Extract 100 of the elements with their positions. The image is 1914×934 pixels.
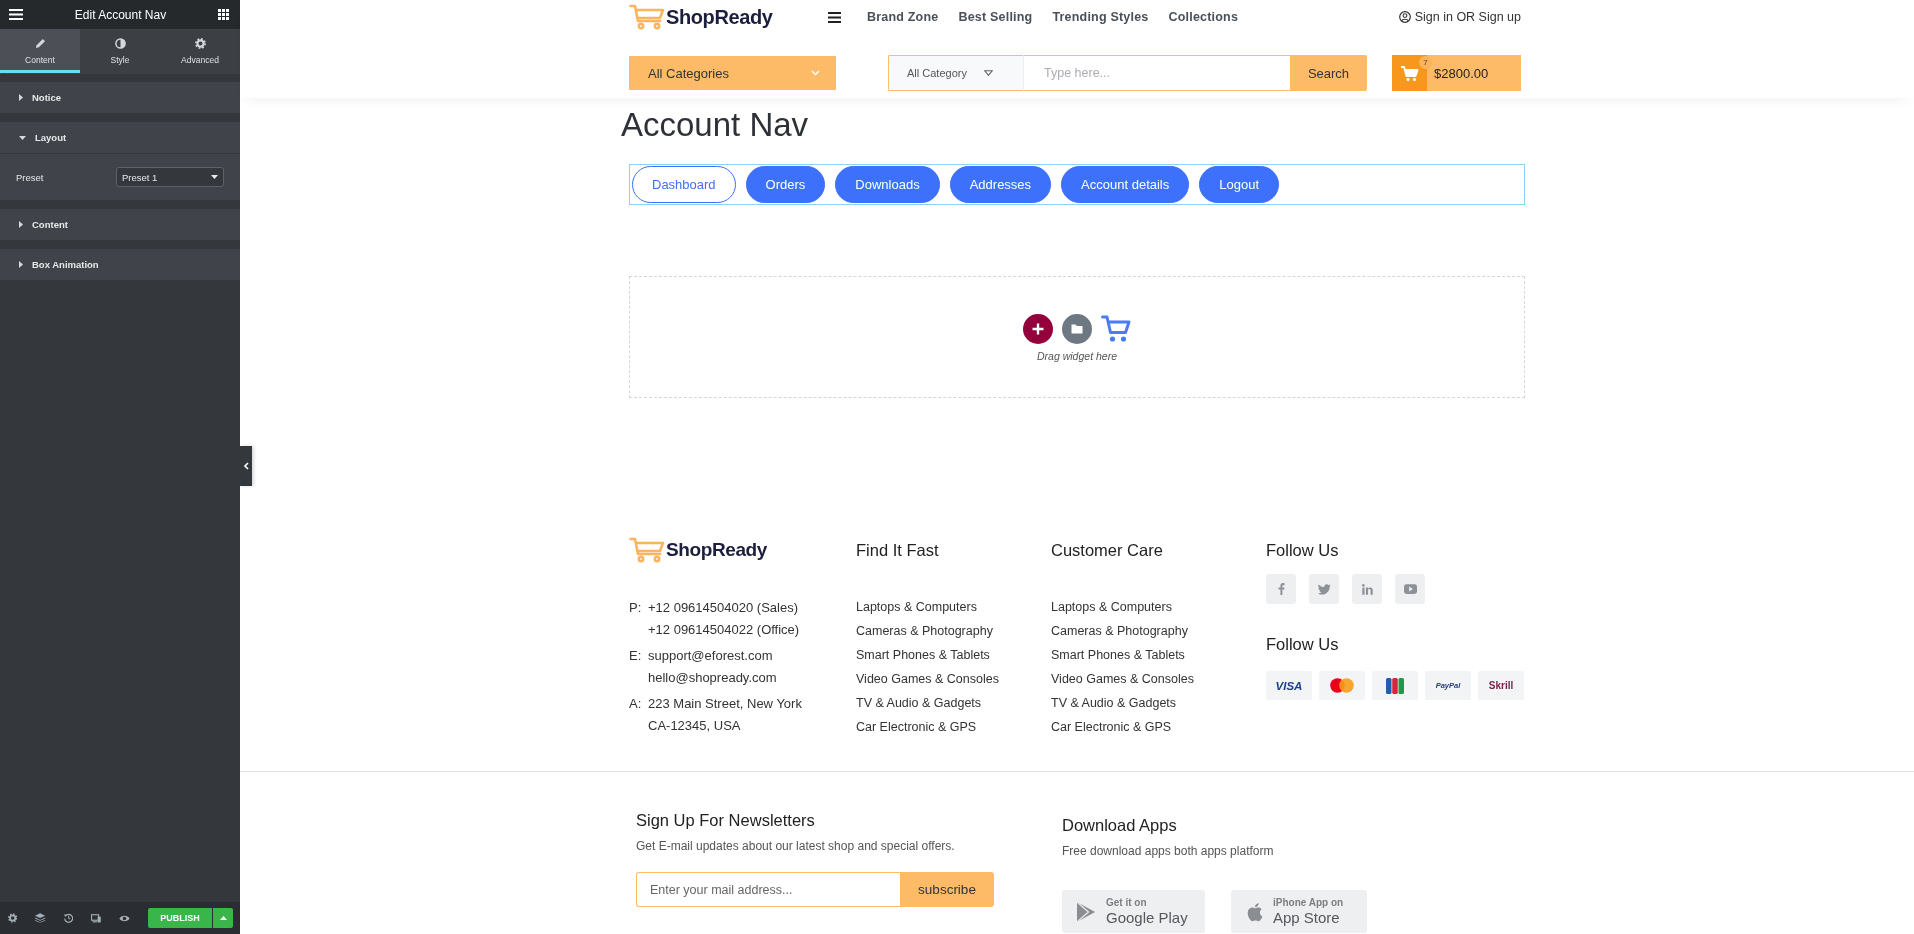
column-heading: Find It Fast — [856, 540, 940, 561]
footer-link[interactable]: Cameras & Photography — [856, 619, 1051, 643]
preset-select[interactable]: Preset 1 — [116, 167, 224, 187]
cart-icon[interactable] — [1101, 315, 1131, 343]
section-header[interactable]: Layout — [0, 122, 240, 153]
history-icon[interactable] — [63, 912, 73, 924]
categories-dropdown[interactable]: All Categories — [629, 56, 836, 90]
footer-link[interactable]: Car Electronic & GPS — [856, 715, 1051, 739]
footer-link[interactable]: Smart Phones & Tablets — [1051, 643, 1266, 667]
caret-down-icon — [983, 70, 993, 76]
user-icon — [1398, 11, 1411, 23]
responsive-icon[interactable] — [90, 912, 102, 924]
subscribe-button[interactable]: subscribe — [900, 872, 994, 907]
footer-link[interactable]: Video Games & Consoles — [1051, 667, 1266, 691]
cart-icon — [1392, 55, 1427, 91]
contact-text: support@eforest.com — [648, 647, 774, 665]
column-heading: Customer Care — [1051, 540, 1164, 561]
section-header[interactable]: Notice — [0, 82, 240, 113]
social-link[interactable] — [1395, 574, 1425, 604]
play-triangle-icon — [1076, 900, 1096, 923]
twitter-bird-icon — [1317, 583, 1331, 595]
nav-link[interactable]: Collections — [1168, 10, 1239, 24]
contrast-icon — [114, 37, 126, 49]
panel-collapse-button[interactable] — [240, 446, 252, 486]
footer-link[interactable]: Laptops & Computers — [856, 595, 1051, 619]
caret-right-icon — [19, 261, 23, 268]
video-play-icon — [1403, 584, 1417, 594]
eye-icon[interactable] — [119, 913, 130, 923]
section-header[interactable]: Content — [0, 209, 240, 240]
footer-link[interactable]: Cameras & Photography — [1051, 619, 1266, 643]
menu-icon[interactable] — [828, 11, 841, 23]
striped-card-icon — [1386, 677, 1404, 694]
apps-title: Download Apps — [1062, 815, 1178, 835]
footer-link[interactable]: TV & Audio & Gadgets — [856, 691, 1051, 715]
newsletter-title: Sign Up For Newsletters — [636, 810, 816, 830]
nav-link[interactable]: Best Selling — [958, 10, 1033, 24]
account-nav-tab[interactable]: Orders — [745, 166, 826, 203]
app-store-button[interactable]: iPhone App on App Store — [1231, 890, 1367, 933]
apps-description: Free download apps both apps platform — [1062, 843, 1275, 859]
account-nav-tab[interactable]: Dashboard — [632, 166, 736, 203]
payment-logo-text: Skrill — [1488, 680, 1514, 691]
column-heading: Follow Us — [1266, 634, 1340, 655]
field-label: Preset — [16, 171, 44, 183]
account-nav-tab[interactable]: Logout — [1199, 166, 1280, 203]
publish-options-button[interactable] — [213, 908, 233, 928]
nav-link[interactable]: Brand Zone — [867, 10, 939, 24]
column-heading: Follow Us — [1266, 540, 1340, 561]
panel-tab[interactable]: Advanced — [160, 29, 240, 73]
footer-link[interactable]: Video Games & Consoles — [856, 667, 1051, 691]
search-input[interactable]: Type here... — [1024, 55, 1290, 91]
menu-icon[interactable] — [9, 9, 23, 20]
contact-text: +12 09614504022 (Office) — [648, 620, 800, 639]
section-header[interactable]: Box Animation — [0, 249, 240, 280]
settings-icon[interactable] — [8, 912, 18, 924]
social-link[interactable] — [1352, 574, 1382, 604]
caret-right-icon — [19, 221, 23, 228]
logo-text: ShopReady — [666, 5, 773, 29]
contact-label: A: — [629, 695, 643, 713]
logo-text: ShopReady — [666, 539, 767, 561]
linkedin-icon — [1361, 583, 1373, 595]
email-input[interactable]: Enter your mail address... — [636, 872, 900, 907]
footer-link[interactable]: Laptops & Computers — [1051, 595, 1266, 619]
apple-icon — [1245, 900, 1263, 923]
contact-text: hello@shopready.com — [648, 668, 777, 687]
panel-tab[interactable]: Style — [80, 29, 160, 73]
chevron-left-icon — [243, 462, 249, 470]
caret-right-icon — [19, 94, 23, 101]
search-button[interactable]: Search — [1290, 55, 1367, 91]
nav-link[interactable]: Trending Styles — [1052, 10, 1149, 24]
add-icon[interactable] — [1023, 314, 1053, 344]
facebook-icon — [1277, 583, 1285, 595]
cart-logo-icon — [629, 4, 665, 30]
contact-label: P: — [629, 599, 643, 617]
account-nav-tab[interactable]: Account details — [1061, 166, 1190, 203]
footer-link[interactable]: Smart Phones & Tablets — [856, 643, 1051, 667]
caret-up-icon — [219, 916, 227, 920]
app-store-button[interactable]: Get it on Google Play — [1062, 890, 1205, 933]
caret-down-icon — [211, 175, 218, 179]
contact-text: 223 Main Street, New York — [648, 695, 802, 713]
social-link[interactable] — [1309, 574, 1339, 604]
footer-link[interactable]: TV & Audio & Gadgets — [1051, 691, 1266, 715]
category-select[interactable]: All Category — [888, 55, 1024, 91]
grid-icon[interactable] — [218, 9, 229, 20]
account-nav-tab[interactable]: Downloads — [835, 166, 940, 203]
cart-logo-icon — [629, 537, 665, 563]
contact-text: CA-12345, USA — [648, 716, 742, 735]
account-nav-tab[interactable]: Addresses — [949, 166, 1052, 203]
payment-logo-text: VISA — [1275, 679, 1303, 692]
sign-in-link[interactable]: Sign in OR Sign up — [1398, 10, 1521, 24]
panel-tab[interactable]: Content — [0, 29, 80, 73]
folder-icon[interactable] — [1062, 314, 1092, 344]
contact-label: E: — [629, 647, 643, 665]
layers-icon[interactable] — [35, 912, 46, 924]
chevron-down-icon — [811, 70, 820, 76]
pencil-icon — [34, 37, 46, 49]
footer-link[interactable]: Car Electronic & GPS — [1051, 715, 1266, 739]
cart-button[interactable]: 7 $2800.00 — [1392, 55, 1521, 91]
caret-down-icon — [19, 135, 26, 140]
drop-hint: Drag widget here — [1037, 350, 1117, 362]
page-title: Account Nav — [621, 106, 810, 144]
